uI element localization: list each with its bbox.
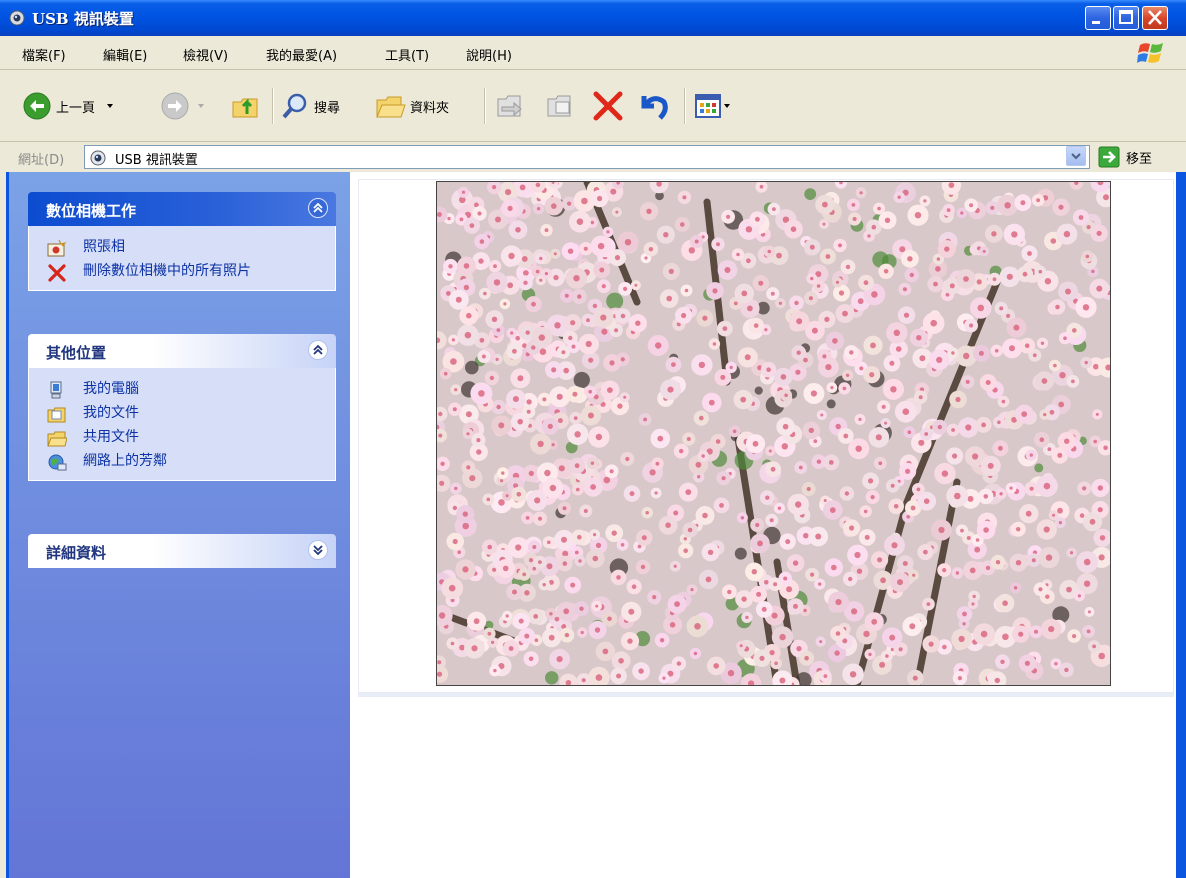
address-label: 網址(D) (18, 153, 65, 168)
move-to-folder-icon (497, 95, 522, 117)
my-computer-link[interactable]: 我的電腦 (29, 378, 335, 402)
camera-tasks-panel: 數位相機工作 照張相 刪除數位相機中的所有照片 (28, 192, 336, 291)
task-pane: 數位相機工作 照張相 刪除數位相機中的所有照片 其他位置 我的電腦 我的文件 共… (9, 172, 350, 878)
menu-file[interactable]: 檔案(F) (22, 45, 66, 64)
go-button[interactable]: 移至 (1098, 146, 1152, 168)
cherry-blossom-photo (437, 182, 1110, 685)
move-to-button[interactable] (494, 86, 526, 126)
content-area (350, 172, 1176, 878)
camera-preview-frame (358, 179, 1174, 693)
copy-to-folder-icon (547, 95, 571, 117)
search-icon (282, 93, 307, 119)
my-documents-label: 我的文件 (83, 405, 139, 421)
collapse-chevron-icon[interactable] (308, 340, 328, 360)
address-bar: 網址(D) USB 視訊裝置 移至 (0, 142, 1186, 172)
details-title: 詳細資料 (46, 544, 107, 562)
webcam-icon (9, 10, 25, 26)
menu-edit[interactable]: 編輯(E) (103, 45, 147, 64)
menu-bar: 檔案(F) 編輯(E) 檢視(V) 我的最愛(A) 工具(T) 說明(H) (0, 36, 1186, 70)
minimize-button[interactable] (1085, 6, 1111, 30)
menu-favorites[interactable]: 我的最愛(A) (266, 45, 337, 64)
other-places-header[interactable]: 其他位置 (28, 334, 336, 368)
delete-x-icon (593, 91, 623, 121)
menu-help[interactable]: 說明(H) (466, 45, 512, 64)
details-header[interactable]: 詳細資料 (28, 534, 336, 568)
window-right-border (1176, 172, 1186, 878)
my-computer-label: 我的電腦 (83, 381, 139, 397)
views-grid-icon (695, 94, 721, 118)
go-arrow-icon (1098, 146, 1120, 168)
toolbar: 上一頁 搜尋 資料夾 (0, 70, 1186, 142)
shared-documents-link[interactable]: 共用文件 (29, 426, 335, 450)
maximize-icon (1119, 10, 1133, 24)
copy-to-button[interactable] (544, 86, 576, 126)
shared-folder-icon (47, 431, 67, 447)
address-dropdown-button[interactable] (1066, 146, 1086, 166)
windows-logo-icon (1137, 43, 1163, 63)
details-panel: 詳細資料 (28, 534, 336, 568)
other-places-panel: 其他位置 我的電腦 我的文件 共用文件 網路上的芳鄰 (28, 334, 336, 481)
close-icon (1148, 10, 1162, 25)
webcam-icon (90, 150, 106, 166)
undo-button[interactable] (638, 86, 670, 126)
expand-chevron-icon[interactable] (308, 540, 328, 560)
camera-tasks-header[interactable]: 數位相機工作 (28, 192, 336, 226)
back-label: 上一頁 (56, 100, 96, 116)
menu-tools[interactable]: 工具(T) (385, 45, 429, 64)
my-computer-icon (50, 381, 62, 399)
delete-all-photos-label: 刪除數位相機中的所有照片 (83, 263, 251, 279)
title-bar: USB 視訊裝置 (0, 0, 1186, 36)
network-places-icon (48, 454, 67, 471)
delete-button[interactable] (592, 86, 624, 126)
my-documents-link[interactable]: 我的文件 (29, 402, 335, 426)
take-picture-label: 照張相 (83, 239, 125, 255)
maximize-button[interactable] (1113, 6, 1139, 30)
chevron-down-icon[interactable] (722, 101, 732, 111)
undo-icon (641, 96, 668, 120)
camera-preview-image[interactable] (436, 181, 1111, 686)
folders-button[interactable]: 資料夾 (374, 86, 449, 126)
camera-tasks-body: 照張相 刪除數位相機中的所有照片 (28, 226, 336, 291)
window-title: USB 視訊裝置 (32, 10, 134, 28)
collapse-chevron-icon[interactable] (308, 198, 328, 218)
forward-button[interactable] (160, 86, 208, 126)
shared-documents-label: 共用文件 (83, 429, 139, 445)
up-folder-button[interactable] (230, 86, 262, 126)
address-value: USB 視訊裝置 (115, 153, 198, 168)
network-places-link[interactable]: 網路上的芳鄰 (29, 450, 335, 474)
other-places-title: 其他位置 (46, 344, 107, 362)
folders-icon (376, 96, 406, 118)
search-label: 搜尋 (314, 100, 341, 116)
take-picture-link[interactable]: 照張相 (29, 236, 335, 260)
my-documents-icon (47, 407, 66, 423)
close-button[interactable] (1142, 6, 1168, 30)
camera-tasks-title: 數位相機工作 (46, 202, 137, 220)
other-places-body: 我的電腦 我的文件 共用文件 網路上的芳鄰 (28, 368, 336, 481)
menu-view[interactable]: 檢視(V) (183, 45, 228, 64)
go-label: 移至 (1126, 151, 1153, 167)
folders-label: 資料夾 (410, 100, 450, 116)
search-button[interactable]: 搜尋 (280, 86, 340, 126)
delete-x-icon (48, 264, 66, 282)
back-arrow-icon (23, 92, 51, 120)
minimize-icon (1092, 21, 1100, 24)
chevron-down-icon[interactable] (194, 101, 208, 111)
window-left-border (0, 172, 9, 878)
camera-take-picture-icon (47, 239, 67, 257)
back-button[interactable]: 上一頁 (22, 86, 117, 126)
forward-arrow-icon (161, 92, 189, 120)
address-input[interactable]: USB 視訊裝置 (84, 145, 1090, 169)
chevron-down-icon (1071, 153, 1081, 160)
delete-all-photos-link[interactable]: 刪除數位相機中的所有照片 (29, 260, 335, 284)
views-button[interactable] (694, 86, 732, 126)
network-places-label: 網路上的芳鄰 (83, 453, 167, 469)
chevron-down-icon[interactable] (103, 101, 117, 111)
up-folder-icon (232, 98, 258, 118)
